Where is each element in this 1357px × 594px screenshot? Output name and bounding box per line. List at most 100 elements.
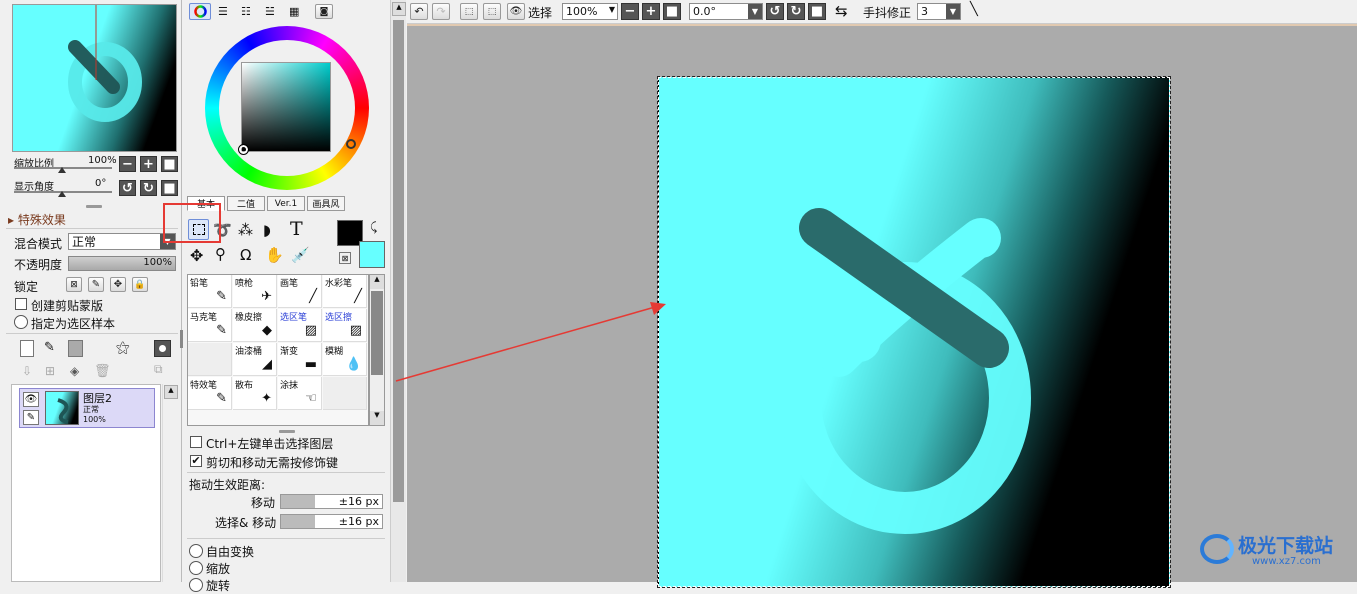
- shape-tool-icon[interactable]: ◗: [263, 221, 271, 239]
- canvas[interactable]: [657, 76, 1171, 588]
- free-transform-radio[interactable]: [189, 544, 203, 558]
- hsv-slider-mode-icon[interactable]: ☷: [241, 5, 251, 18]
- hand-tool-icon[interactable]: ✋: [265, 246, 284, 264]
- saturation-value-square[interactable]: [241, 62, 331, 152]
- color-tab-binary[interactable]: 二值: [227, 196, 265, 211]
- rotate-radio[interactable]: [189, 578, 203, 592]
- background-color-swatch[interactable]: [359, 241, 385, 268]
- new-vector-layer-icon[interactable]: ✎: [44, 340, 60, 357]
- scratchpad-mode-icon[interactable]: ◙: [315, 4, 333, 19]
- layer-edit-icon[interactable]: ✎: [23, 410, 39, 425]
- rgb-slider-mode-icon[interactable]: ☰: [218, 5, 228, 18]
- visibility-eye-icon[interactable]: 👁: [23, 392, 39, 407]
- copy-icon[interactable]: ⧉: [154, 362, 163, 377]
- brush-cell[interactable]: 特效笔 ✎: [188, 377, 232, 410]
- eyedropper-tool-icon[interactable]: 💉: [291, 246, 310, 264]
- move-distance-slider[interactable]: ±16 px: [280, 494, 383, 509]
- brush-cell[interactable]: 油漆桶 ◢: [233, 343, 277, 376]
- effects-header[interactable]: ▸ 特殊效果: [8, 211, 66, 228]
- brush-cell[interactable]: 画笔 ╱: [278, 275, 322, 308]
- hue-picker-marker[interactable]: [346, 139, 356, 149]
- navigator-preview[interactable]: [12, 4, 177, 152]
- scale-radio[interactable]: [189, 561, 203, 575]
- brush-cell[interactable]: 选区笔 ▨: [278, 309, 322, 342]
- zoom-out-button[interactable]: −: [621, 3, 639, 20]
- palette-mode-icon[interactable]: ▦: [289, 5, 299, 18]
- layer-list-scrollbar[interactable]: ▲: [162, 384, 178, 582]
- angle-select[interactable]: 0.0° ▼: [689, 3, 763, 20]
- brush-cell[interactable]: 铅笔 ✎: [188, 275, 232, 308]
- opacity-slider[interactable]: 100%: [68, 256, 176, 271]
- merge-down-icon[interactable]: ⊞: [45, 364, 55, 378]
- redo-button[interactable]: ↷: [432, 3, 450, 20]
- invert-selection-button[interactable]: ⬚: [483, 3, 501, 20]
- brush-cell[interactable]: 模糊 💧: [323, 343, 367, 376]
- zoom-out-button[interactable]: −: [119, 156, 136, 172]
- brush-cell[interactable]: 涂抹 ☜: [278, 377, 322, 410]
- color-wheel-mode-icon[interactable]: [189, 3, 211, 20]
- brush-cell[interactable]: 喷枪 ✈: [233, 275, 277, 308]
- rotate-left-button[interactable]: ↺: [119, 180, 136, 196]
- rotate-left-button[interactable]: ↺: [766, 3, 784, 20]
- brush-cell[interactable]: 橡皮擦 ◆: [233, 309, 277, 342]
- color-tab-ver1[interactable]: Ver.1: [267, 196, 305, 211]
- scroll-up-icon[interactable]: ▲: [370, 275, 384, 289]
- zoom-tool-icon[interactable]: ⚲: [215, 245, 226, 263]
- select-move-distance-slider[interactable]: ±16 px: [280, 514, 383, 529]
- lock-paint-icon[interactable]: ✎: [88, 277, 104, 292]
- text-tool-icon[interactable]: T: [290, 218, 303, 240]
- clipping-checkbox[interactable]: [15, 298, 27, 310]
- layer-properties-icon[interactable]: ⚝: [116, 340, 138, 357]
- ctrl-select-checkbox[interactable]: [190, 436, 202, 448]
- scroll-down-icon[interactable]: ▼: [370, 411, 384, 425]
- sv-picker-marker[interactable]: [238, 144, 249, 155]
- scroll-up-icon[interactable]: ▲: [164, 385, 178, 399]
- transparent-color-icon[interactable]: ⊠: [339, 252, 351, 264]
- new-folder-icon[interactable]: [68, 340, 83, 357]
- brush-cell[interactable]: 马克笔 ✎: [188, 309, 232, 342]
- scroll-thumb[interactable]: [393, 20, 404, 502]
- zoom-reset-button[interactable]: ■: [663, 3, 681, 20]
- cut-move-checkbox[interactable]: ✔: [190, 455, 202, 467]
- brush-cell[interactable]: 水彩笔 ╱: [323, 275, 367, 308]
- undo-button[interactable]: ↶: [410, 3, 428, 20]
- straight-line-icon[interactable]: ╲: [970, 2, 988, 20]
- transfer-down-icon[interactable]: ⇩: [22, 364, 32, 378]
- lock-move-icon[interactable]: ✥: [110, 277, 126, 292]
- deselect-button[interactable]: ⬚: [460, 3, 478, 20]
- swatch-mode-icon[interactable]: ☱: [265, 5, 275, 18]
- zoom-in-button[interactable]: +: [140, 156, 157, 172]
- panel-splitter[interactable]: [86, 205, 102, 208]
- color-tab-painter[interactable]: 画具风: [307, 196, 345, 211]
- brush-cell[interactable]: 渐变 ▬: [278, 343, 322, 376]
- zoom-slider-thumb[interactable]: [58, 167, 66, 173]
- rotate-right-button[interactable]: ↻: [787, 3, 805, 20]
- brush-cell[interactable]: 散布 ✦: [233, 377, 277, 410]
- layer-item[interactable]: 👁 ✎ 图层2 正常 100%: [19, 388, 155, 428]
- magic-wand-tool-icon[interactable]: ⁂: [238, 221, 253, 239]
- blend-mode-select[interactable]: 正常 ▼: [68, 233, 176, 250]
- panel-splitter[interactable]: [279, 430, 295, 433]
- scroll-up-icon[interactable]: ▲: [392, 2, 406, 16]
- lock-transparency-icon[interactable]: ⊠: [66, 277, 82, 292]
- delete-layer-icon[interactable]: 🗑: [94, 364, 111, 379]
- rotate-reset-button[interactable]: ■: [808, 3, 826, 20]
- mask-icon[interactable]: [154, 340, 171, 357]
- panel-scrollbar[interactable]: ▲: [390, 0, 406, 582]
- new-layer-icon[interactable]: [20, 340, 34, 357]
- zoom-reset-button[interactable]: ■: [161, 156, 178, 172]
- clear-layer-icon[interactable]: ◈: [70, 364, 79, 378]
- lock-all-icon[interactable]: 🔒: [132, 277, 148, 292]
- rotate-right-button[interactable]: ↻: [140, 180, 157, 196]
- zoom-in-button[interactable]: +: [642, 3, 660, 20]
- selection-source-radio[interactable]: [14, 315, 28, 329]
- zoom-select[interactable]: 100% ▼: [562, 3, 618, 20]
- brush-cell[interactable]: 选区擦 ▨: [323, 309, 367, 342]
- swap-colors-icon[interactable]: ⤹: [370, 220, 377, 235]
- canvas-area[interactable]: [407, 24, 1357, 588]
- move-tool-icon[interactable]: ✥: [190, 246, 203, 265]
- show-selection-button[interactable]: 👁: [507, 3, 525, 20]
- rotate-tool-icon[interactable]: Ω: [240, 246, 251, 264]
- stabilizer-select[interactable]: 3 ▼: [917, 3, 961, 20]
- brush-grid-scrollbar[interactable]: ▲ ▼: [369, 274, 385, 426]
